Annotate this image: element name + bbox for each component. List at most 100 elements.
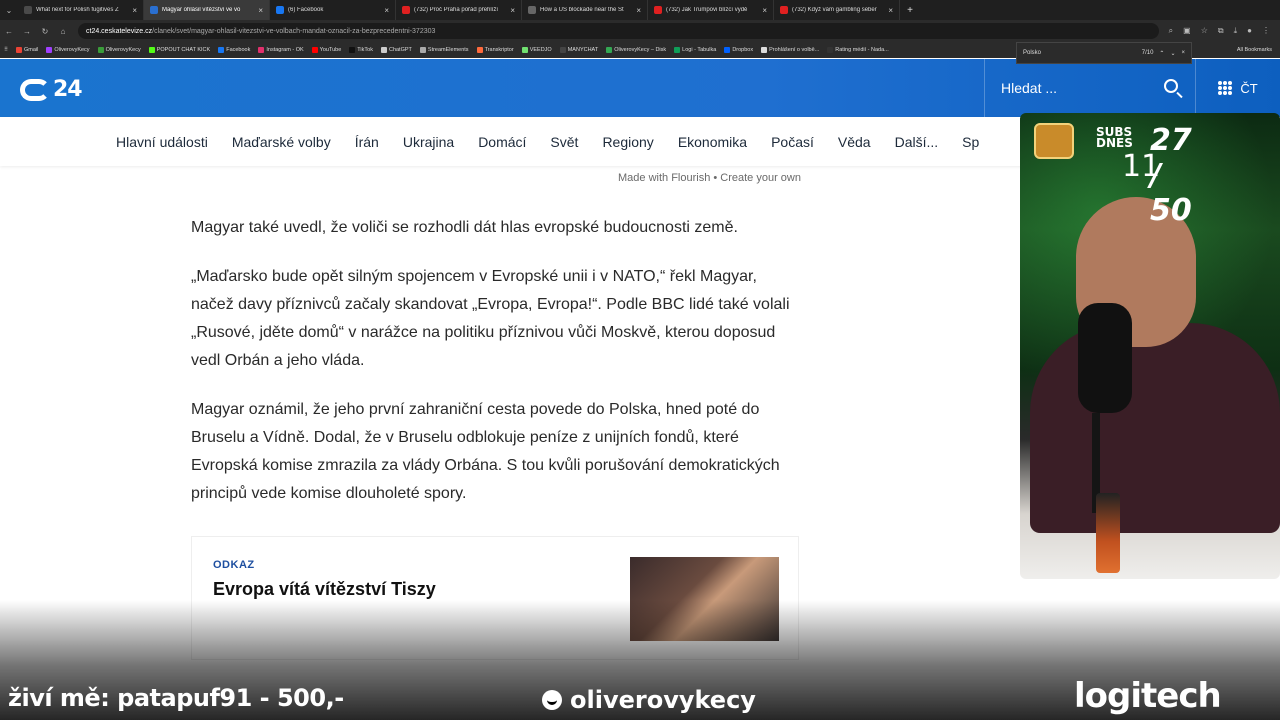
bookmark-item[interactable]: OliverovyKecy — [46, 47, 90, 53]
forward-arrow-icon[interactable]: → — [18, 27, 36, 36]
ct24-logo-text: 24 — [53, 77, 83, 102]
article-body: Magyar také uvedl, že voliči se rozhodli… — [191, 214, 799, 529]
nav-item[interactable]: Domácí — [478, 134, 526, 150]
close-tab-icon[interactable]: × — [258, 6, 263, 15]
find-prev-icon[interactable]: ⌃ — [1159, 50, 1164, 57]
bookmark-item[interactable]: Gmail — [16, 47, 38, 53]
tab-favicon-icon — [402, 6, 410, 14]
browser-tab[interactable]: How a US blockade near the St × — [522, 0, 648, 20]
bookmark-favicon-icon — [16, 47, 23, 53]
reload-icon[interactable]: ↻ — [36, 27, 54, 36]
nav-item-more[interactable]: Další... — [895, 134, 939, 150]
new-tab-plus-icon[interactable]: + — [900, 5, 920, 16]
ct24-logo[interactable]: 24 — [20, 77, 83, 102]
sponsor-logo: logitech — [1074, 676, 1222, 716]
bookmark-favicon-icon — [476, 47, 483, 53]
find-next-icon[interactable]: ⌄ — [1170, 50, 1175, 57]
bookmark-item[interactable]: POPOUT CHAT KICK — [148, 47, 210, 53]
browser-tab-strip: ⌄ What next for Polish fugitives Z × Magy… — [0, 0, 1280, 20]
close-tab-icon[interactable]: × — [510, 6, 515, 15]
bookmark-favicon-icon — [148, 47, 155, 53]
extensions-puzzle-icon[interactable]: ⧉ — [1218, 26, 1224, 36]
browser-tab[interactable]: (732) Když vám gambling seber × — [774, 0, 900, 20]
browser-tab-active[interactable]: Magyar ohlásil vítězství ve vo × — [144, 0, 270, 20]
apps-grid-icon[interactable]: ⠿ — [4, 47, 8, 53]
bookmark-label: Facebook — [226, 47, 251, 53]
back-arrow-icon[interactable]: ← — [0, 27, 18, 36]
donor-ticker: živí mě: patapuf91 - 500,- — [8, 684, 344, 712]
bookmark-favicon-icon — [761, 47, 768, 53]
bookmark-item[interactable]: OliverovyKecy — [97, 47, 141, 53]
nav-item[interactable]: Počasí — [771, 134, 814, 150]
bookmark-item[interactable]: Transkriptor — [476, 47, 514, 53]
nav-item[interactable]: Ekonomika — [678, 134, 747, 150]
close-tab-icon[interactable]: × — [888, 6, 893, 15]
bookmark-item[interactable]: VEEDJO — [521, 47, 552, 53]
bookmark-item[interactable]: StreamElements — [419, 47, 469, 53]
search-icon[interactable] — [1164, 79, 1178, 93]
close-tab-icon[interactable]: × — [132, 6, 137, 15]
find-close-icon[interactable]: × — [1181, 50, 1185, 56]
all-bookmarks-link[interactable]: All Bookmarks — [1237, 47, 1280, 53]
nav-item[interactable]: Svět — [550, 134, 578, 150]
browser-tab[interactable]: What next for Polish fugitives Z × — [18, 0, 144, 20]
bookmark-item[interactable]: Facebook — [218, 47, 250, 53]
bookmark-label: OliverovyKecy — [105, 47, 141, 53]
browser-tab[interactable]: (732) Proč Praha pořád přehlíží × — [396, 0, 522, 20]
flourish-credit-link[interactable]: Made with Flourish • Create your own — [618, 172, 801, 184]
bookmark-label: Transkriptor — [484, 47, 514, 53]
nav-item[interactable]: Sp — [962, 134, 979, 150]
extension-icon[interactable]: ▣ — [1183, 26, 1191, 36]
home-icon[interactable]: ⌂ — [54, 27, 72, 36]
bookmark-label: Logi - Tabulka — [682, 47, 717, 53]
browser-tab[interactable]: (732) Jak Trumpovi blízcí vydě × — [648, 0, 774, 20]
nav-item[interactable]: Hlavní události — [116, 134, 208, 150]
tab-label: Magyar ohlásil vítězství ve vo — [162, 7, 241, 13]
profile-avatar-icon[interactable]: ● — [1247, 26, 1252, 36]
bookmark-favicon-icon — [380, 47, 387, 53]
bookmark-item[interactable]: Rating médií - Nada... — [827, 47, 889, 53]
streamer-body — [1030, 323, 1280, 533]
address-toolbar: ← → ↻ ⌂ ct24.ceskatelevize.cz/clanek/sve… — [0, 20, 1280, 42]
bookmark-favicon-icon — [419, 47, 426, 53]
download-icon[interactable]: ⤓ — [1234, 26, 1238, 36]
bookmark-item[interactable]: TikTok — [349, 47, 373, 53]
bookmark-item[interactable]: ChatGPT — [380, 47, 412, 53]
tab-search-chevron-icon[interactable]: ⌄ — [0, 6, 18, 15]
url-field[interactable]: ct24.ceskatelevize.cz/clanek/svet/magyar… — [78, 23, 1159, 39]
ct-menu-button[interactable]: ČT — [1195, 59, 1280, 117]
kick-smile-icon — [542, 690, 562, 710]
zoom-search-icon[interactable]: ⌕ — [1169, 26, 1173, 36]
tab-label: (732) Proč Praha pořád přehlíží — [414, 7, 499, 13]
bookmark-item[interactable]: Dropbox — [724, 47, 753, 53]
nav-item[interactable]: Írán — [355, 134, 379, 150]
find-query[interactable]: Polsko — [1023, 50, 1136, 56]
close-tab-icon[interactable]: × — [636, 6, 641, 15]
tab-favicon-icon — [780, 6, 788, 14]
related-title[interactable]: Evropa vítá vítězství Tiszy — [213, 579, 436, 600]
bookmark-favicon-icon — [258, 47, 265, 53]
bookmark-item[interactable]: OliverovyKecy – Disk — [606, 47, 666, 53]
close-tab-icon[interactable]: × — [384, 6, 389, 15]
browser-actions: ⌕ ▣ ☆ ⧉ ⤓ ● ⋮ — [1159, 26, 1280, 36]
bookmark-item[interactable]: Logi - Tabulka — [674, 47, 716, 53]
nav-item[interactable]: Maďarské volby — [232, 134, 331, 150]
close-tab-icon[interactable]: × — [762, 6, 767, 15]
tab-label: (6) Facebook — [288, 7, 324, 13]
bookmark-favicon-icon — [46, 47, 53, 53]
bookmark-item[interactable]: YouTube — [311, 47, 341, 53]
bookmark-star-icon[interactable]: ☆ — [1201, 26, 1208, 36]
browser-tab[interactable]: (6) Facebook × — [270, 0, 396, 20]
nav-item[interactable]: Věda — [838, 134, 871, 150]
bookmark-item[interactable]: Prohlášení o volbě... — [761, 47, 819, 53]
nav-item[interactable]: Ukrajina — [403, 134, 454, 150]
nav-item[interactable]: Regiony — [602, 134, 653, 150]
bookmark-item[interactable]: Instagram - OK — [258, 47, 304, 53]
tab-label: What next for Polish fugitives Z — [36, 7, 119, 13]
bookmark-label: ChatGPT — [388, 47, 412, 53]
bookmark-favicon-icon — [724, 47, 731, 53]
site-search-input[interactable]: Hledat ... — [984, 59, 1194, 117]
bookmark-item[interactable]: MANYCHAT — [559, 47, 598, 53]
tab-label: (732) Jak Trumpovi blízcí vydě — [666, 7, 748, 13]
menu-kebab-icon[interactable]: ⋮ — [1262, 26, 1270, 36]
